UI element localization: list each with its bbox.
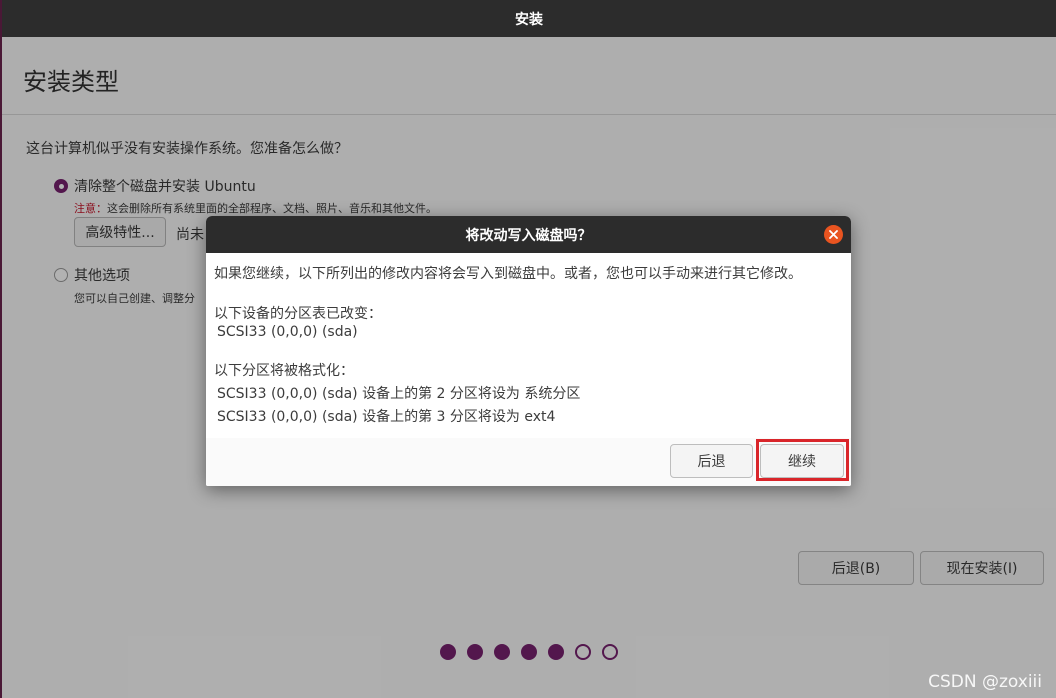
dialog-titlebar: 将改动写入磁盘吗？	[206, 216, 851, 253]
close-icon	[829, 230, 838, 239]
format-item: SCSI33 (0,0,0) (sda) 设备上的第 3 分区将设为 ext4	[217, 409, 556, 425]
dialog-title: 将改动写入磁盘吗？	[465, 227, 592, 244]
continue-highlight-box	[756, 439, 849, 481]
dialog-body: 如果您继续，以下所列出的修改内容将会写入到磁盘中。或者，您也可以手动来进行其它修…	[206, 253, 851, 438]
dialog-intro: 如果您继续，以下所列出的修改内容将会写入到磁盘中。或者，您也可以手动来进行其它修…	[214, 266, 802, 282]
format-item: SCSI33 (0,0,0) (sda) 设备上的第 2 分区将设为 系统分区	[217, 386, 581, 402]
window-titlebar: 安装	[2, 0, 1056, 37]
partition-table-device: SCSI33 (0,0,0) (sda)	[217, 324, 358, 340]
dialog-back-button[interactable]: 后退	[670, 444, 753, 478]
format-heading: 以下分区将被格式化：	[214, 363, 354, 379]
watermark: CSDN @zoxiii	[928, 672, 1042, 692]
window-title: 安装	[515, 11, 543, 28]
close-button[interactable]	[824, 225, 843, 244]
dialog-footer: 后退 继续	[206, 438, 851, 486]
write-changes-dialog: 将改动写入磁盘吗？ 如果您继续，以下所列出的修改内容将会写入到磁盘中。或者，您也…	[206, 216, 851, 486]
partition-table-heading: 以下设备的分区表已改变：	[214, 306, 382, 322]
